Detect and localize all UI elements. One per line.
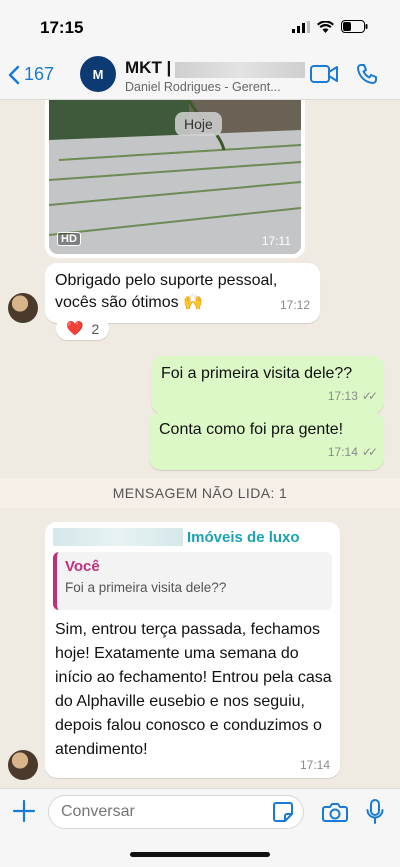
outgoing-message[interactable]: Foi a primeira visita dele?? 17:13 ✓✓ xyxy=(151,356,384,414)
reply-message[interactable]: Imóveis de luxo Você Foi a primeira visi… xyxy=(45,522,340,778)
quote-text: Foi a primeira visita dele?? xyxy=(65,580,227,596)
redacted-title-block xyxy=(175,62,305,78)
chat-header: 167 M MKT | Daniel Rodrigues - Gerent... xyxy=(0,50,400,100)
phone-call-icon xyxy=(357,64,377,84)
message-meta: 17:13 ✓✓ xyxy=(161,385,378,407)
message-timestamp: 17:14 xyxy=(299,758,330,772)
unread-count: 167 xyxy=(24,64,55,84)
home-indicator xyxy=(130,852,270,857)
date-pill: Hoje xyxy=(175,112,222,136)
camera-button[interactable] xyxy=(322,801,348,828)
video-call-button[interactable] xyxy=(310,64,338,89)
microphone-icon xyxy=(366,799,384,824)
sender-avatar[interactable] xyxy=(8,293,38,323)
reaction-badge[interactable]: ❤️ 2 xyxy=(56,317,110,340)
reaction-count: 2 xyxy=(91,320,100,337)
back-chevron-icon xyxy=(8,65,20,84)
battery-icon xyxy=(341,20,368,33)
chat-title[interactable]: MKT | xyxy=(125,58,171,78)
quoted-message[interactable]: Você Foi a primeira visita dele?? xyxy=(53,552,332,611)
status-icons xyxy=(292,20,368,33)
message-meta: 17:14 ✓✓ xyxy=(159,441,378,463)
hd-badge: HD xyxy=(57,232,81,246)
redacted-sender-name xyxy=(53,528,183,546)
message-text: Conta como foi pra gente! xyxy=(159,421,344,438)
status-bar: 17:15 xyxy=(0,0,400,50)
quote-author: Você xyxy=(65,558,100,576)
chat-area[interactable]: HD 17:11 Hoje Obrigado pelo suporte pess… xyxy=(0,100,400,788)
sticker-button[interactable] xyxy=(272,801,294,828)
unread-label: MENSAGEM NÃO LIDA: 1 xyxy=(112,485,288,501)
sender-line: Imóveis de luxo xyxy=(53,528,332,546)
message-text: Foi a primeira visita dele?? xyxy=(161,365,353,382)
incoming-message[interactable]: Obrigado pelo suporte pessoal, vocês são… xyxy=(45,263,320,323)
message-timestamp: 17:14 xyxy=(327,445,358,459)
read-receipt-icon: ✓✓ xyxy=(361,445,378,459)
message-timestamp: 17:13 xyxy=(327,389,358,403)
sender-avatar[interactable] xyxy=(8,750,38,780)
outgoing-message[interactable]: Conta como foi pra gente! 17:14 ✓✓ xyxy=(149,412,384,470)
sender-group-name: Imóveis de luxo xyxy=(187,528,300,546)
read-receipt-icon: ✓✓ xyxy=(361,389,378,403)
attach-button[interactable] xyxy=(12,799,36,829)
status-time: 17:15 xyxy=(40,18,84,37)
phone-call-button[interactable] xyxy=(356,63,378,90)
sticker-icon xyxy=(273,802,293,822)
back-button[interactable]: 167 xyxy=(8,64,54,85)
microphone-button[interactable] xyxy=(366,799,384,830)
video-call-icon xyxy=(310,65,338,83)
signal-icon xyxy=(292,20,310,33)
plus-icon xyxy=(12,799,36,823)
heart-reaction-icon: ❤️ xyxy=(66,320,84,336)
message-text: Sim, entrou terça passada, fechamos hoje… xyxy=(55,621,332,759)
group-avatar[interactable]: M xyxy=(80,56,116,92)
group-avatar-logo: M xyxy=(92,66,104,82)
chat-subtitle[interactable]: Daniel Rodrigues - Gerent... xyxy=(125,80,290,94)
image-timestamp: 17:11 xyxy=(261,234,291,248)
message-input[interactable] xyxy=(48,795,304,829)
unread-separator: MENSAGEM NÃO LIDA: 1 xyxy=(0,478,400,508)
wifi-icon xyxy=(317,20,334,33)
camera-icon xyxy=(322,803,348,822)
